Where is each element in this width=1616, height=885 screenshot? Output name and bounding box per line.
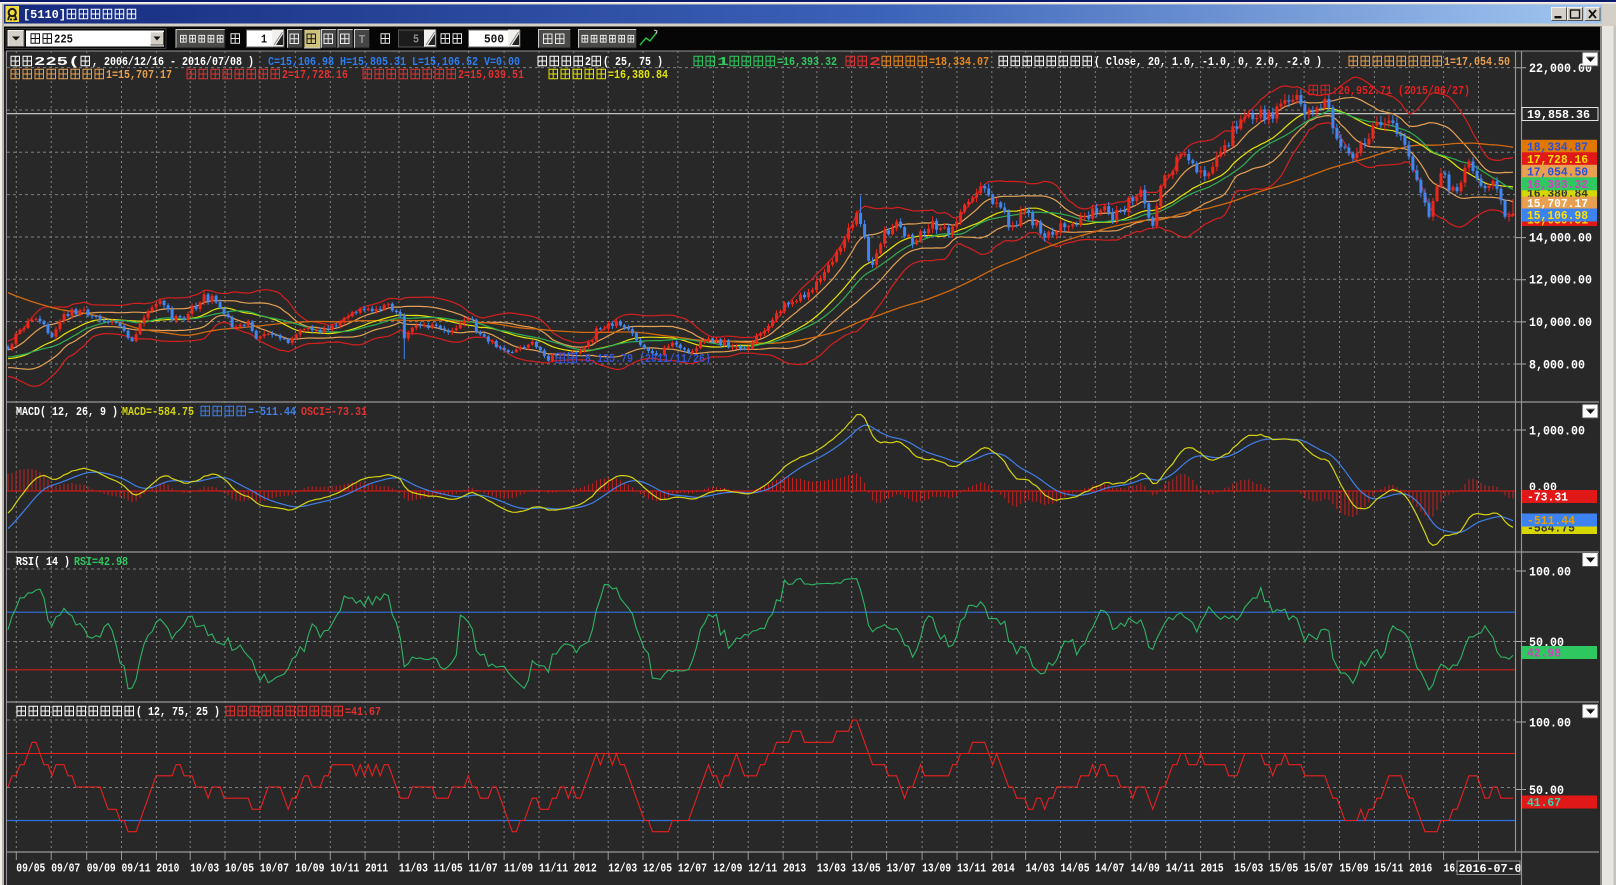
svg-text:, 2006/12/16 - 2016/07/08 ): , 2006/12/16 - 2016/07/08 )	[92, 55, 254, 69]
svg-text:2: 2	[585, 55, 591, 69]
svg-text:14/03: 14/03	[1026, 862, 1055, 876]
svg-text:[5110]: [5110]	[23, 8, 66, 22]
svg-text:( 25, 75 ): ( 25, 75 )	[603, 55, 663, 69]
svg-text:14/05: 14/05	[1061, 862, 1090, 876]
svg-text:19,858.36: 19,858.36	[1527, 108, 1590, 122]
svg-text::20,952.71 (2015/06/27): :20,952.71 (2015/06/27)	[1332, 84, 1470, 98]
svg-text:13/09: 13/09	[922, 862, 951, 876]
svg-text:100.00: 100.00	[1529, 565, 1571, 579]
svg-text:2016: 2016	[1409, 862, 1432, 876]
svg-text:13/11: 13/11	[957, 862, 986, 876]
svg-text:10/09: 10/09	[295, 862, 324, 876]
svg-text:10,000.00: 10,000.00	[1529, 316, 1592, 330]
svg-text:10/05: 10/05	[225, 862, 254, 876]
svg-text:1=17,054.50: 1=17,054.50	[1444, 55, 1510, 69]
svg-text:11/03: 11/03	[399, 862, 428, 876]
svg-text:2011: 2011	[365, 862, 388, 876]
svg-text:12/11: 12/11	[748, 862, 777, 876]
svg-text:(: (	[68, 55, 80, 69]
svg-text:15/05: 15/05	[1269, 862, 1298, 876]
svg-text:13/07: 13/07	[887, 862, 916, 876]
svg-text:2013: 2013	[783, 862, 806, 876]
svg-text:2=15,039.51: 2=15,039.51	[458, 68, 524, 82]
svg-text:-511.44: -511.44	[1527, 514, 1575, 528]
svg-text:MACD( 12, 26, 9 ): MACD( 12, 26, 9 )	[16, 405, 118, 419]
svg-text:8,000.00: 8,000.00	[1529, 358, 1585, 372]
svg-text:12,000.00: 12,000.00	[1529, 274, 1592, 288]
svg-text:11/05: 11/05	[434, 862, 463, 876]
svg-text:15/07: 15/07	[1304, 862, 1333, 876]
svg-text:2012: 2012	[574, 862, 597, 876]
svg-text:=16,393.32: =16,393.32	[777, 55, 837, 69]
svg-text:42.98: 42.98	[1527, 647, 1561, 661]
svg-text:13/03: 13/03	[817, 862, 846, 876]
svg-text:2010: 2010	[156, 862, 179, 876]
svg-text:=16,380.84: =16,380.84	[608, 68, 668, 82]
svg-text:15/11: 15/11	[1374, 862, 1403, 876]
svg-text::8,135.79 (2011/11/26): :8,135.79 (2011/11/26)	[579, 352, 711, 366]
svg-text:09/07: 09/07	[51, 862, 80, 876]
svg-text:11/07: 11/07	[469, 862, 498, 876]
svg-text:2016-07-08: 2016-07-08	[1459, 862, 1529, 876]
svg-text:13/05: 13/05	[852, 862, 881, 876]
svg-text:2=17,728.16: 2=17,728.16	[282, 68, 348, 82]
svg-text:225: 225	[34, 55, 68, 69]
svg-text:09/09: 09/09	[87, 862, 116, 876]
svg-text:12/03: 12/03	[608, 862, 637, 876]
svg-text:1: 1	[261, 33, 267, 47]
svg-text:15/09: 15/09	[1340, 862, 1369, 876]
svg-text:RSI( 14 ): RSI( 14 )	[16, 555, 70, 569]
svg-text:MACD=-584.75: MACD=-584.75	[122, 405, 194, 419]
svg-text:-73.31: -73.31	[1527, 491, 1568, 505]
svg-text:2015: 2015	[1201, 862, 1224, 876]
svg-text:=-511.44: =-511.44	[248, 405, 296, 419]
svg-text:10/11: 10/11	[330, 862, 359, 876]
svg-text:OSCI=-73.31: OSCI=-73.31	[301, 405, 367, 419]
svg-text:14,000.00: 14,000.00	[1529, 231, 1592, 245]
svg-text:=18,334.07: =18,334.07	[929, 55, 989, 69]
svg-text:C=15,106.98 H=15,805.31 L=15,1: C=15,106.98 H=15,805.31 L=15,106.52 V=0.…	[268, 55, 520, 69]
svg-text:14/11: 14/11	[1166, 862, 1195, 876]
svg-text:11/11: 11/11	[539, 862, 568, 876]
svg-text:10/07: 10/07	[260, 862, 289, 876]
svg-text:09/05: 09/05	[16, 862, 45, 876]
svg-text:16,393.32: 16,393.32	[1527, 178, 1588, 192]
svg-text:1,000.00: 1,000.00	[1529, 424, 1585, 438]
svg-text:2014: 2014	[992, 862, 1015, 876]
svg-text:RSI=42.98: RSI=42.98	[74, 555, 128, 569]
svg-text:15,106.98: 15,106.98	[1527, 209, 1588, 223]
svg-text:1: 1	[717, 55, 729, 69]
svg-text:12/09: 12/09	[713, 862, 742, 876]
svg-text:12/07: 12/07	[678, 862, 707, 876]
svg-text:09/11: 09/11	[122, 862, 151, 876]
svg-text:2: 2	[869, 55, 881, 69]
svg-text:=41.67: =41.67	[345, 705, 381, 719]
svg-text:10/03: 10/03	[190, 862, 219, 876]
svg-text:14/07: 14/07	[1095, 862, 1124, 876]
svg-text:225: 225	[54, 33, 73, 47]
svg-text:11/09: 11/09	[504, 862, 533, 876]
svg-text:41.67: 41.67	[1527, 796, 1561, 810]
svg-text:T: T	[359, 33, 366, 47]
svg-text:( Close, 20, 1.0, -1.0, 0, 2.0: ( Close, 20, 1.0, -1.0, 0, 2.0, -2.0 )	[1094, 55, 1322, 69]
svg-text:12/05: 12/05	[643, 862, 672, 876]
svg-text:500: 500	[484, 33, 504, 47]
svg-text:15/03: 15/03	[1234, 862, 1263, 876]
svg-text:( 12, 75, 25 ): ( 12, 75, 25 )	[136, 705, 220, 719]
svg-text:14/09: 14/09	[1131, 862, 1160, 876]
svg-text:5: 5	[413, 33, 419, 47]
svg-text:1=15,707.17: 1=15,707.17	[106, 68, 172, 82]
svg-text:100.00: 100.00	[1529, 716, 1571, 730]
